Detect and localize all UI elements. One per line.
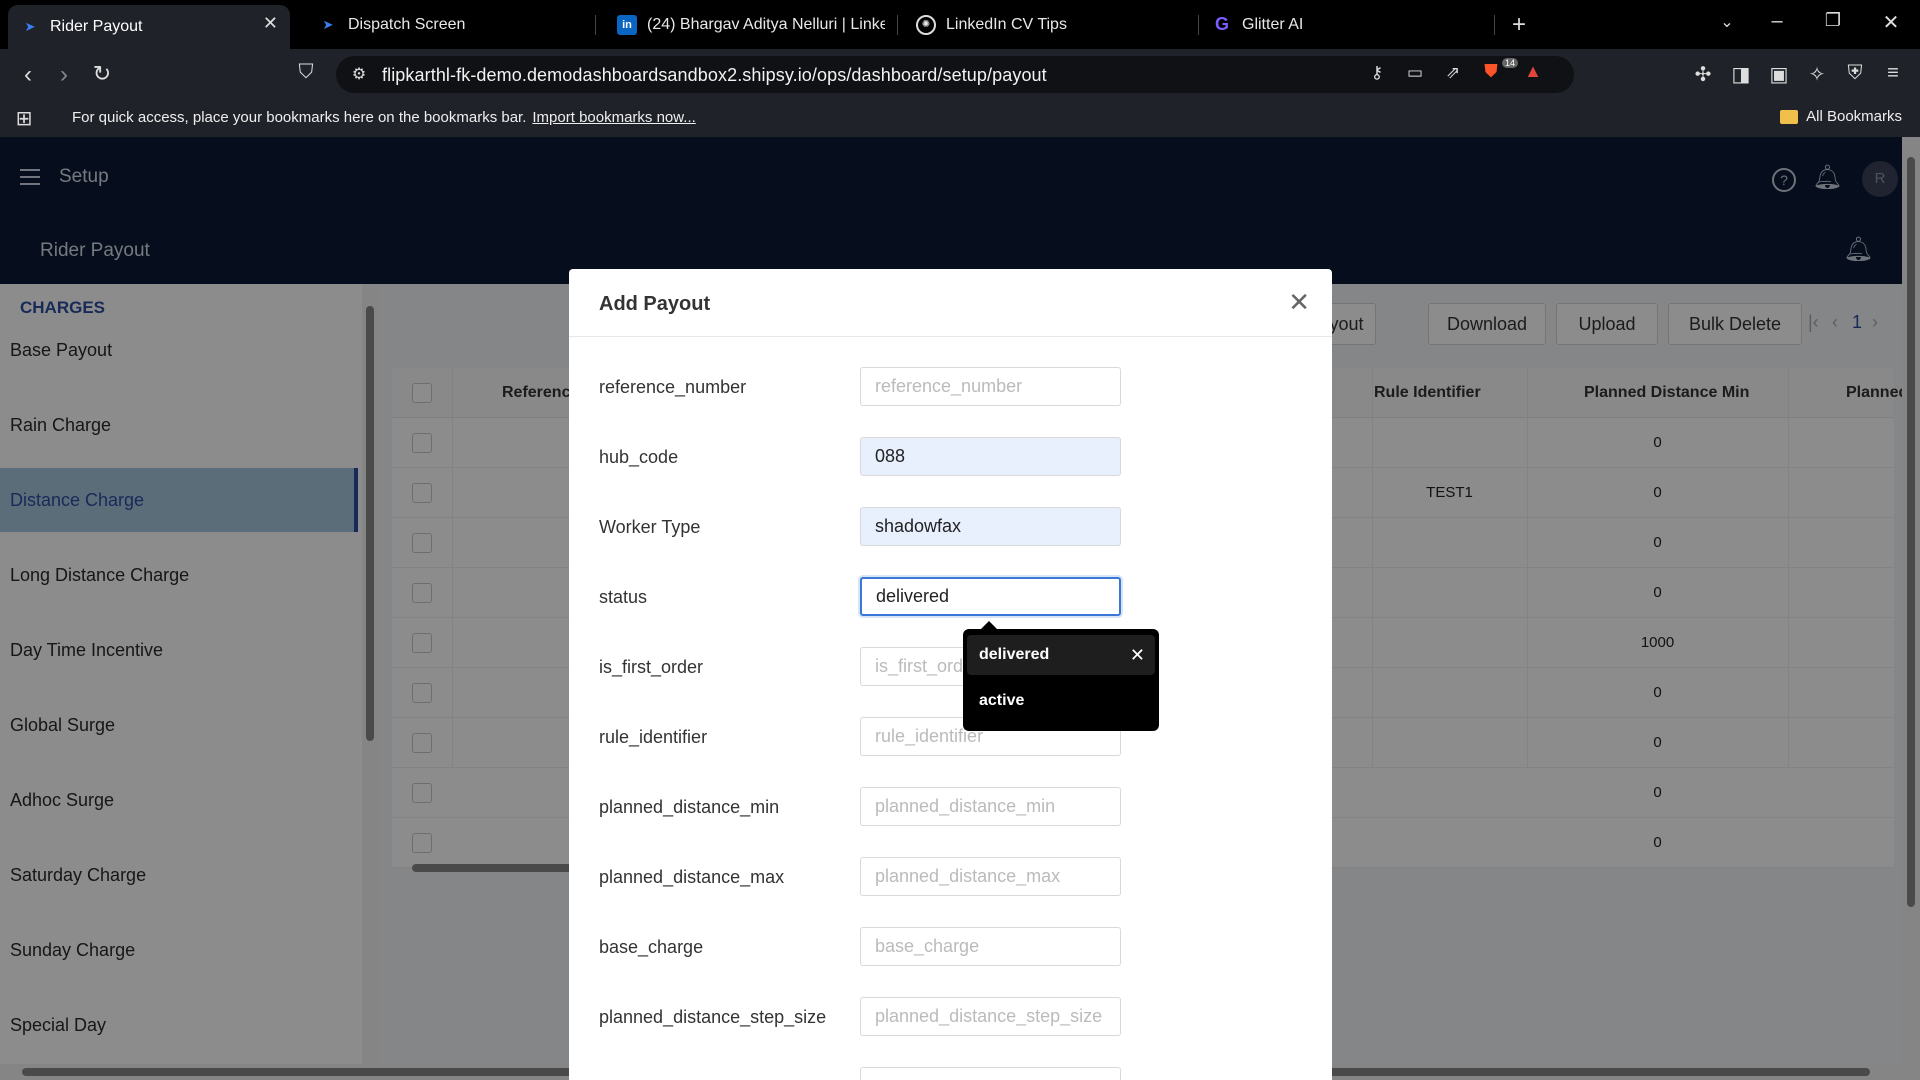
form-row-planned-distance-step-size: planned_distance_step_size bbox=[569, 997, 1332, 1037]
planned-distance-min-input[interactable] bbox=[860, 787, 1121, 826]
tab-title: Glitter AI bbox=[1242, 15, 1304, 33]
tab-separator bbox=[1494, 15, 1495, 35]
tab-title: Dispatch Screen bbox=[348, 15, 466, 33]
tab-dispatch-screen[interactable]: ➤ Dispatch Screen bbox=[306, 6, 586, 43]
import-bookmarks-link[interactable]: Import bookmarks now... bbox=[532, 109, 695, 126]
address-bar[interactable]: ⚙ flipkarthl-fk-demo.demodashboardsandbo… bbox=[336, 56, 1574, 93]
clear-option-close-icon[interactable]: ✕ bbox=[1130, 635, 1145, 675]
status-dropdown: delivered ✕ active bbox=[963, 621, 1159, 731]
reload-icon[interactable]: ↻ bbox=[88, 61, 116, 87]
tab-linkedin-profile[interactable]: in (24) Bhargav Aditya Nelluri | LinkedI bbox=[605, 6, 885, 43]
field-label: is_first_order bbox=[599, 657, 704, 677]
tab-search-chevron-down-icon[interactable]: ⌄ bbox=[1712, 12, 1742, 32]
tab-title: (24) Bhargav Aditya Nelluri | LinkedI bbox=[647, 15, 885, 33]
share-icon[interactable]: ⇗ bbox=[1440, 63, 1466, 83]
form-row-is-first-order: is_first_order bbox=[569, 647, 1332, 687]
form-row-rule-identifier: rule_identifier bbox=[569, 717, 1332, 757]
bookmarks-hint-text: For quick access, place your bookmarks h… bbox=[72, 109, 527, 126]
form-row-reference-number: reference_number bbox=[569, 367, 1332, 407]
browser-toolbar: ‹ › ↻ ⛉ ⚙ flipkarthl-fk-demo.demodashboa… bbox=[0, 49, 1920, 100]
modal-title: Add Payout bbox=[599, 293, 711, 315]
brave-rewards-icon[interactable]: ▲ bbox=[1520, 61, 1546, 82]
shipsy-icon: ➤ bbox=[24, 19, 36, 34]
close-window-icon[interactable]: ✕ bbox=[1876, 10, 1906, 35]
key-icon[interactable]: ⚷ bbox=[1364, 63, 1390, 83]
field-label: planned_distance_max bbox=[599, 867, 785, 887]
chatgpt-icon: ✺ bbox=[916, 14, 936, 35]
menu-icon[interactable]: ≡ bbox=[1880, 62, 1906, 85]
base-charge-input[interactable] bbox=[860, 927, 1121, 966]
form-row-base-charge: base_charge bbox=[569, 927, 1332, 967]
leo-ai-icon[interactable]: ✧ bbox=[1804, 62, 1830, 87]
brave-shield-icon[interactable]: ⛊ bbox=[1478, 61, 1504, 82]
status-option-active[interactable]: active bbox=[967, 681, 1155, 721]
planned-distance-step-size-input[interactable] bbox=[860, 997, 1121, 1036]
linkedin-icon: in bbox=[617, 14, 637, 35]
tab-glitter-ai[interactable]: G Glitter AI bbox=[1200, 6, 1490, 43]
apps-grid-icon[interactable]: ⊞ bbox=[12, 106, 36, 131]
all-bookmarks-button[interactable]: All Bookmarks bbox=[1780, 108, 1902, 125]
extensions-icon[interactable]: ✣ bbox=[1690, 62, 1716, 87]
form-row-next bbox=[569, 1067, 1332, 1080]
field-label: status bbox=[599, 587, 648, 607]
close-tab-icon[interactable]: ✕ bbox=[263, 13, 278, 34]
form-row-worker-type: Worker Type bbox=[569, 507, 1332, 547]
worker-type-input[interactable] bbox=[860, 507, 1121, 546]
restore-icon[interactable]: ❐ bbox=[1818, 10, 1848, 31]
close-icon[interactable]: ✕ bbox=[1288, 289, 1310, 315]
form-row-hub-code: hub_code bbox=[569, 437, 1332, 477]
tab-title: Rider Payout bbox=[50, 18, 143, 35]
site-settings-icon[interactable]: ⚙ bbox=[348, 64, 370, 84]
tab-title: LinkedIn CV Tips bbox=[946, 15, 1067, 33]
tab-rider-payout[interactable]: ➤ Rider Payout ✕ bbox=[8, 5, 290, 49]
field-label: planned_distance_step_size bbox=[599, 1007, 827, 1027]
next-input[interactable] bbox=[860, 1067, 1121, 1080]
form-row-planned-distance-min: planned_distance_min bbox=[569, 787, 1332, 827]
tab-linkedin-cv-tips[interactable]: ✺ LinkedIn CV Tips bbox=[904, 6, 1194, 43]
bookmarks-bar: ⊞ For quick access, place your bookmarks… bbox=[0, 100, 1920, 137]
browser-tab-bar: ➤ Rider Payout ✕ ➤ Dispatch Screen in (2… bbox=[0, 0, 1920, 49]
new-tab-plus-icon[interactable]: + bbox=[1504, 11, 1534, 39]
folder-icon bbox=[1780, 109, 1799, 124]
tab-separator bbox=[1198, 15, 1199, 35]
cast-icon[interactable]: ▭ bbox=[1402, 63, 1428, 83]
form-row-planned-distance-max: planned_distance_max bbox=[569, 857, 1332, 897]
bookmarks-hint: For quick access, place your bookmarks h… bbox=[72, 109, 696, 126]
planned-distance-max-input[interactable] bbox=[860, 857, 1121, 896]
field-label: reference_number bbox=[599, 377, 747, 397]
sidebar-toggle-icon[interactable]: ◨ bbox=[1728, 62, 1754, 87]
add-payout-modal: Add Payout ✕ reference_number hub_code W… bbox=[569, 269, 1332, 1080]
reference-number-input[interactable] bbox=[860, 367, 1121, 406]
option-label: active bbox=[979, 692, 1025, 709]
field-label: rule_identifier bbox=[599, 727, 708, 747]
field-label: Worker Type bbox=[599, 517, 701, 537]
url-text[interactable]: flipkarthl-fk-demo.demodashboardsandbox2… bbox=[382, 65, 1047, 86]
tab-separator bbox=[595, 15, 596, 35]
forward-arrow-icon[interactable]: › bbox=[50, 61, 78, 89]
hub-code-input[interactable] bbox=[860, 437, 1121, 476]
field-label: hub_code bbox=[599, 447, 679, 467]
tab-separator bbox=[897, 15, 898, 35]
status-option-delivered[interactable]: delivered ✕ bbox=[967, 635, 1155, 675]
all-bookmarks-label: All Bookmarks bbox=[1806, 108, 1902, 125]
brave-badge: 14 bbox=[1502, 58, 1519, 68]
option-label: delivered bbox=[979, 646, 1050, 663]
field-label: planned_distance_min bbox=[599, 797, 780, 817]
back-arrow-icon[interactable]: ‹ bbox=[14, 61, 42, 89]
bookmark-icon[interactable]: ⛉ bbox=[292, 61, 320, 84]
form-row-status: status bbox=[569, 577, 1332, 617]
shipsy-icon: ➤ bbox=[322, 16, 334, 32]
modal-header: Add Payout ✕ bbox=[569, 269, 1332, 337]
minimize-icon[interactable]: – bbox=[1762, 10, 1792, 33]
glitter-icon: G bbox=[1214, 14, 1229, 34]
status-input[interactable] bbox=[860, 577, 1121, 616]
field-label: base_charge bbox=[599, 937, 704, 957]
wallet-icon[interactable]: ▣ bbox=[1766, 62, 1792, 87]
vpn-icon[interactable]: ⛨ bbox=[1842, 62, 1868, 85]
